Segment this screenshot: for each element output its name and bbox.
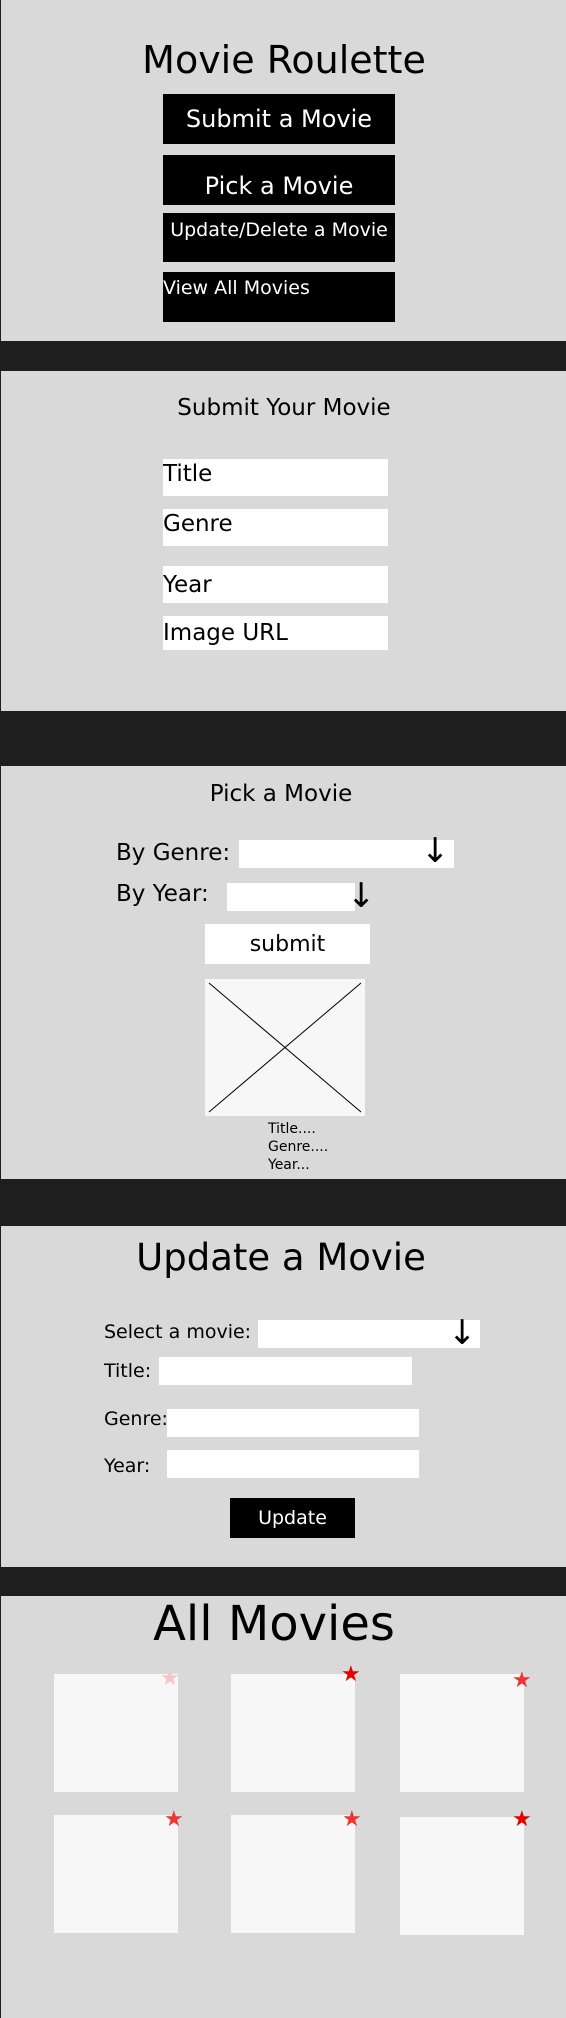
- result-year: Year...: [268, 1157, 310, 1173]
- arrow-down-icon: ↓: [421, 831, 450, 871]
- pick-movie-button[interactable]: Pick a Movie: [163, 155, 395, 205]
- genre-input[interactable]: [163, 509, 388, 546]
- all-movies-title: All Movies: [153, 1596, 395, 1652]
- view-all-movies-button[interactable]: View All Movies: [163, 272, 395, 322]
- submit-movie-button[interactable]: Submit a Movie: [163, 94, 395, 144]
- update-genre-input[interactable]: [167, 1409, 419, 1437]
- result-genre: Genre....: [268, 1139, 329, 1155]
- star-icon[interactable]: ★: [341, 1664, 361, 1686]
- pick-movie-section: Pick a Movie By Genre: ↓ By Year: ↓ subm…: [0, 766, 566, 1179]
- menu-section: Movie Roulette Submit a Movie Pick a Mov…: [0, 0, 566, 341]
- arrow-down-icon: ↓: [448, 1313, 477, 1353]
- genre-select[interactable]: ↓: [239, 834, 454, 868]
- by-genre-label: By Genre:: [116, 840, 231, 866]
- pick-section-title: Pick a Movie: [209, 781, 353, 807]
- title-input[interactable]: [163, 459, 388, 496]
- year-input[interactable]: [163, 566, 388, 603]
- image-placeholder-icon: [205, 979, 365, 1116]
- movie-card[interactable]: ★: [231, 1664, 361, 1792]
- star-icon[interactable]: ★: [512, 1809, 532, 1831]
- update-year-input[interactable]: [167, 1450, 419, 1478]
- update-movie-section: Update a Movie Select a movie: ↓ Title: …: [0, 1226, 566, 1567]
- movie-card[interactable]: ★: [400, 1809, 532, 1935]
- all-movies-section: All Movies ★ ★ ★ ★ ★ ★: [0, 1596, 566, 2018]
- update-section-title: Update a Movie: [136, 1236, 426, 1279]
- movie-card[interactable]: ★: [54, 1809, 184, 1933]
- movie-card[interactable]: ★: [231, 1809, 362, 1933]
- star-icon[interactable]: ★: [160, 1668, 180, 1690]
- submit-movie-section: Submit Your Movie: [0, 371, 566, 711]
- update-button[interactable]: Update: [230, 1498, 355, 1538]
- submit-section-title: Submit Your Movie: [177, 395, 391, 421]
- pick-submit-button[interactable]: submit: [205, 924, 370, 964]
- update-title-input[interactable]: [159, 1357, 412, 1385]
- update-year-label: Year:: [104, 1455, 151, 1477]
- app-title: Movie Roulette: [142, 38, 426, 82]
- image-url-input[interactable]: [163, 616, 388, 650]
- star-icon[interactable]: ★: [342, 1809, 362, 1831]
- result-title: Title....: [268, 1121, 316, 1137]
- arrow-down-icon: ↓: [347, 876, 376, 916]
- update-delete-movie-button[interactable]: Update/Delete a Movie: [163, 213, 395, 262]
- star-icon[interactable]: ★: [164, 1809, 184, 1831]
- movie-card[interactable]: ★: [400, 1670, 532, 1792]
- select-movie-label: Select a movie:: [104, 1321, 252, 1343]
- by-year-label: By Year:: [116, 881, 209, 907]
- update-genre-label: Genre:: [104, 1408, 168, 1430]
- star-icon[interactable]: ★: [512, 1670, 532, 1692]
- movie-select[interactable]: ↓: [258, 1316, 480, 1350]
- year-select[interactable]: ↓: [227, 879, 376, 913]
- movie-card[interactable]: ★: [54, 1668, 180, 1792]
- update-title-label: Title:: [104, 1360, 152, 1382]
